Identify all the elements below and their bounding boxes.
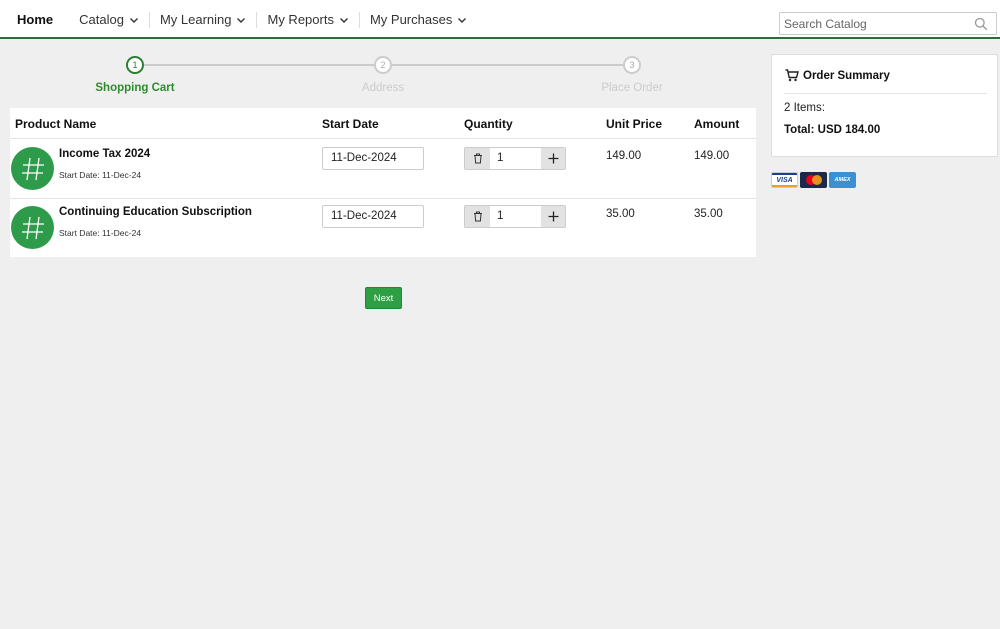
visa-bottom-band bbox=[772, 185, 797, 187]
nav-home-label: Home bbox=[17, 11, 54, 27]
next-button[interactable]: Next bbox=[365, 287, 402, 309]
quantity-stepper: 1 bbox=[464, 205, 566, 228]
row-divider bbox=[10, 198, 756, 199]
chevron-down-icon bbox=[129, 17, 138, 23]
chevron-down-icon bbox=[458, 17, 467, 23]
shopping-cart-icon bbox=[785, 69, 799, 82]
step-2-circle: 2 bbox=[374, 56, 392, 74]
step-3-circle: 3 bbox=[623, 56, 641, 74]
summary-total: Total: USD 184.00 bbox=[784, 124, 881, 136]
nav-my-learning-label: My Learning bbox=[159, 11, 232, 27]
plus-icon bbox=[548, 153, 558, 164]
chevron-down-icon bbox=[237, 17, 246, 23]
quantity-value[interactable]: 1 bbox=[490, 148, 541, 169]
step-1-label: Shopping Cart bbox=[95, 82, 175, 94]
amount: 149.00 bbox=[694, 150, 730, 162]
nav-home[interactable]: Home bbox=[0, 12, 69, 28]
quantity-value[interactable]: 1 bbox=[490, 206, 541, 227]
header-start-date: Start Date bbox=[322, 117, 379, 131]
product-start-date: Start Date: 11-Dec-24 bbox=[59, 228, 142, 238]
product-name: Income Tax 2024 bbox=[59, 148, 151, 160]
plus-icon bbox=[548, 211, 558, 222]
step-2-label: Address bbox=[361, 82, 405, 94]
chevron-down-icon bbox=[339, 17, 348, 23]
hashtag-icon bbox=[11, 147, 54, 190]
order-summary-title: Order Summary bbox=[803, 70, 890, 82]
visa-logo-text: VISA bbox=[776, 176, 793, 184]
increase-quantity-button[interactable] bbox=[541, 206, 565, 227]
checkout-stepper: 1 2 3 Shopping Cart Address Place Order bbox=[10, 54, 756, 100]
nav-my-purchases-label: My Purchases bbox=[369, 11, 453, 27]
nav-my-reports[interactable]: My Reports bbox=[257, 11, 360, 28]
header-unit-price: Unit Price bbox=[606, 117, 663, 131]
nav-my-learning[interactable]: My Learning bbox=[150, 11, 258, 28]
remove-item-button[interactable] bbox=[465, 206, 490, 227]
step-connector bbox=[392, 64, 628, 66]
start-date-field[interactable]: 11-Dec-2024 bbox=[322, 147, 424, 170]
trash-icon bbox=[473, 211, 482, 222]
row-divider bbox=[10, 138, 756, 139]
nav-catalog[interactable]: Catalog bbox=[69, 11, 150, 28]
step-connector bbox=[144, 64, 382, 66]
search-box bbox=[779, 12, 997, 35]
search-icon[interactable] bbox=[974, 17, 988, 31]
trash-icon bbox=[473, 153, 482, 164]
main-nav: Home Catalog My Learning My Reports My P… bbox=[0, 0, 477, 39]
amex-logo-text: AMEX bbox=[834, 177, 851, 183]
summary-item-count: 2 Items: bbox=[784, 102, 825, 114]
header-quantity: Quantity bbox=[464, 117, 513, 131]
nav-my-purchases[interactable]: My Purchases bbox=[360, 12, 477, 28]
nav-catalog-label: Catalog bbox=[79, 11, 124, 27]
mastercard-icon bbox=[800, 172, 827, 188]
amex-card-icon: AMEX bbox=[829, 172, 856, 188]
unit-price: 35.00 bbox=[606, 208, 635, 220]
header-product-name: Product Name bbox=[15, 117, 97, 131]
hashtag-icon bbox=[11, 206, 54, 249]
start-date-field[interactable]: 11-Dec-2024 bbox=[322, 205, 424, 228]
increase-quantity-button[interactable] bbox=[541, 148, 565, 169]
nav-my-reports-label: My Reports bbox=[267, 11, 334, 27]
cart-table: Product Name Start Date Quantity Unit Pr… bbox=[10, 108, 756, 257]
visa-top-band bbox=[772, 173, 797, 175]
product-start-date: Start Date: 11-Dec-24 bbox=[59, 170, 142, 180]
search-input[interactable] bbox=[780, 16, 970, 31]
step-1-circle: 1 bbox=[126, 56, 144, 74]
header-amount: Amount bbox=[694, 117, 740, 131]
remove-item-button[interactable] bbox=[465, 148, 490, 169]
order-summary-panel: Order Summary 2 Items: Total: USD 184.00 bbox=[771, 54, 998, 157]
visa-card-icon: VISA bbox=[771, 172, 798, 188]
top-navigation-bar: Home Catalog My Learning My Reports My P… bbox=[0, 0, 1000, 39]
unit-price: 149.00 bbox=[606, 150, 642, 162]
amount: 35.00 bbox=[694, 208, 723, 220]
quantity-stepper: 1 bbox=[464, 147, 566, 170]
step-3-label: Place Order bbox=[601, 82, 663, 94]
summary-divider bbox=[784, 93, 987, 94]
payment-methods: VISA AMEX bbox=[771, 172, 856, 188]
product-name: Continuing Education Subscription bbox=[59, 206, 252, 218]
